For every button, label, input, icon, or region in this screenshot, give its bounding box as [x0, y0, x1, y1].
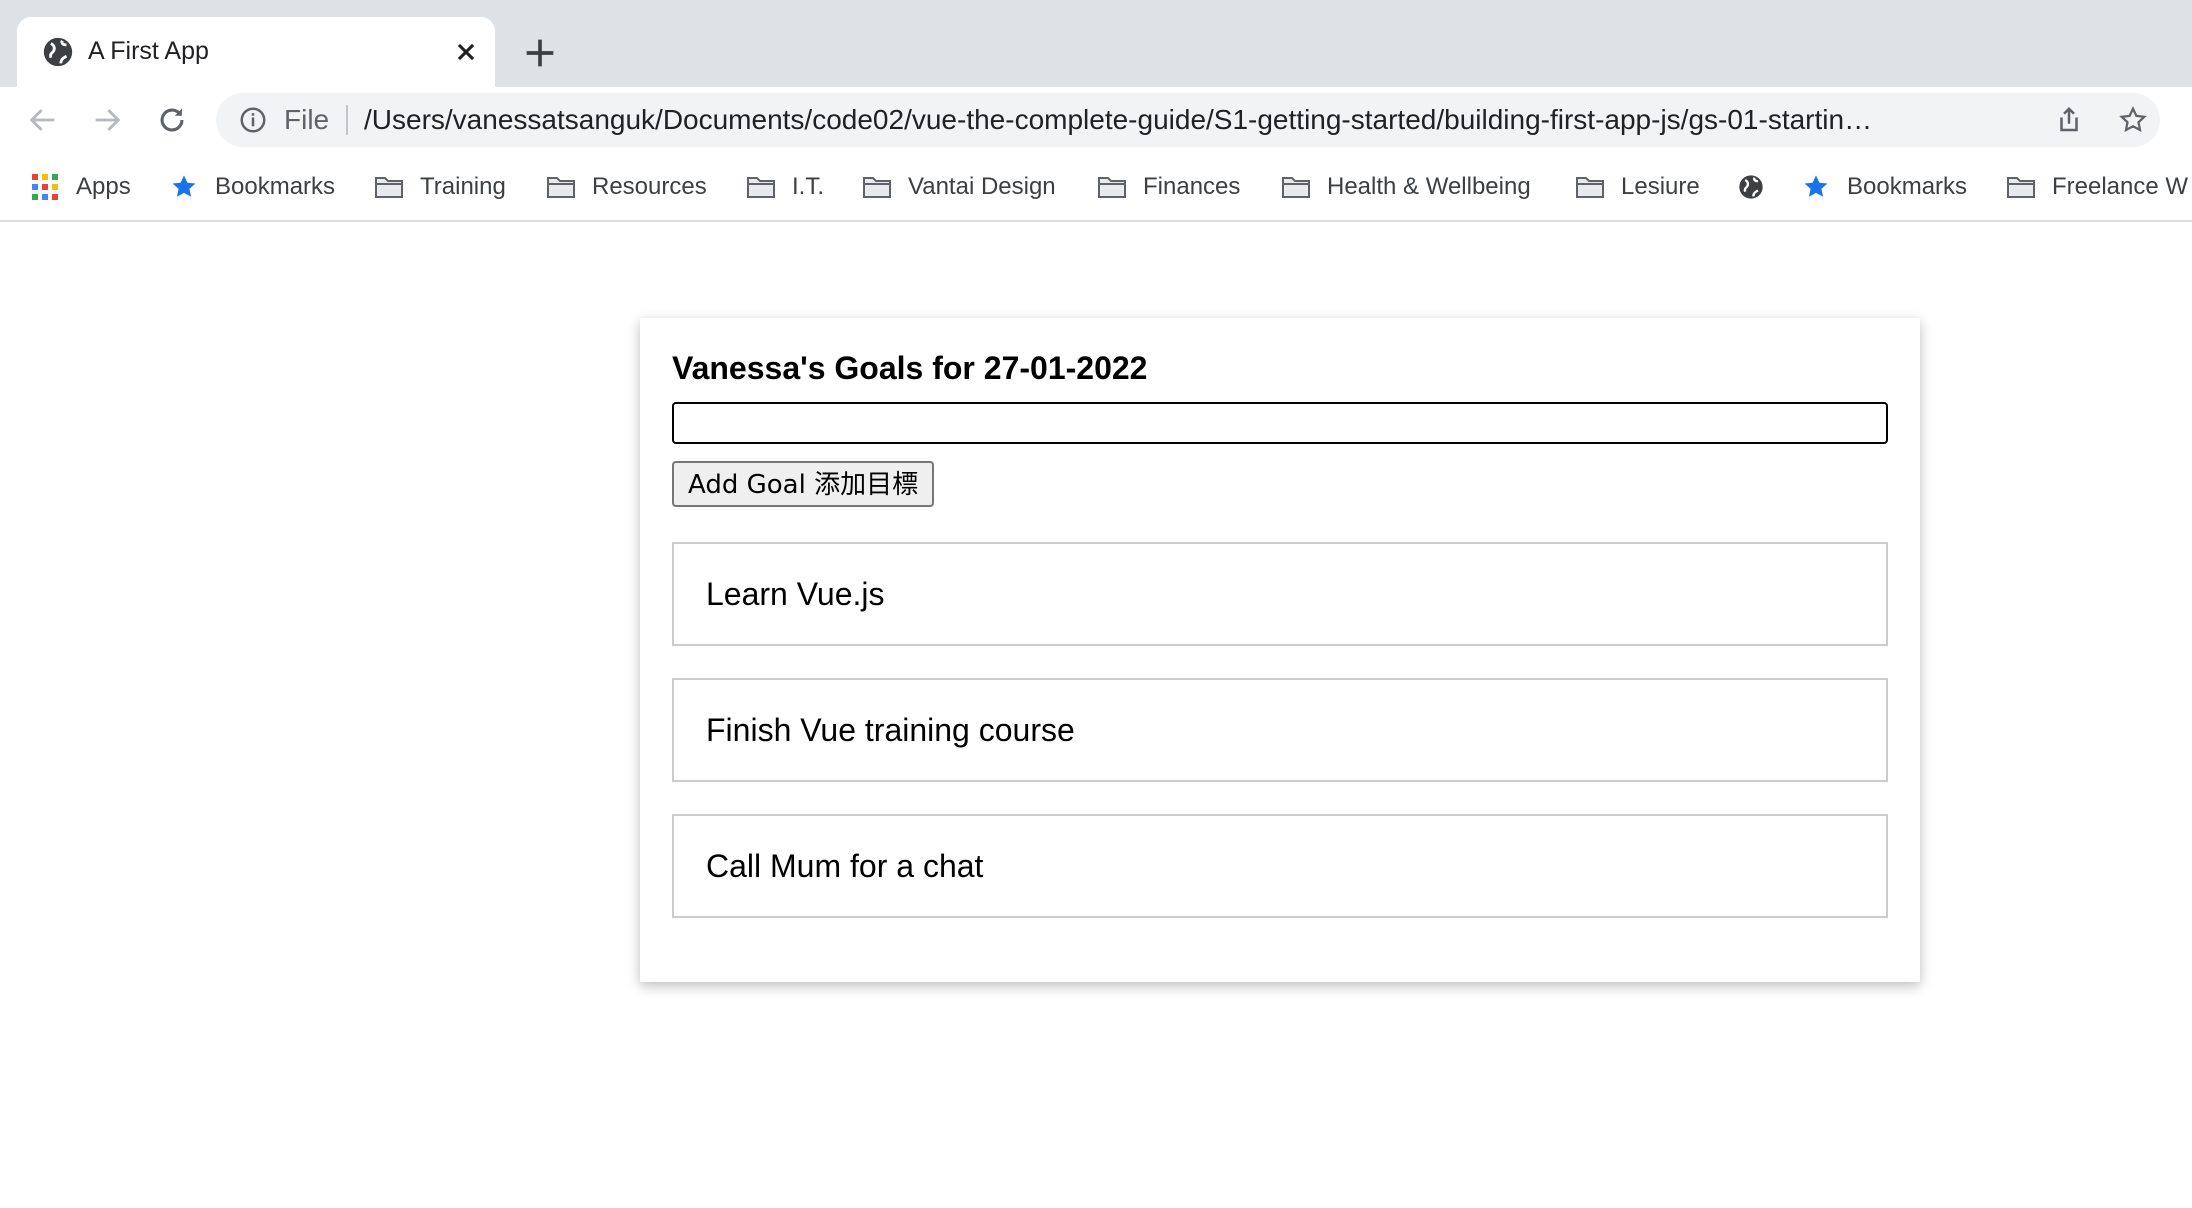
apps-grid-icon — [32, 174, 58, 200]
bookmark-label: Freelance W — [2052, 173, 2189, 200]
bookmarks-bar: Apps Bookmarks Training Resources I.T. V… — [0, 153, 2192, 222]
star-icon — [172, 175, 196, 197]
page-title: Vanessa's Goals for 27-01-2022 — [672, 350, 1148, 386]
bookmark-label: Vantai Design — [908, 173, 1056, 200]
folder-icon — [1098, 177, 1126, 198]
bookmark-label: Bookmarks — [215, 173, 336, 200]
globe-icon — [43, 37, 73, 67]
tab-strip: A First App — [0, 0, 2192, 87]
bookmark-label: I.T. — [792, 173, 825, 200]
folder-icon — [863, 177, 891, 198]
bookmark-label: Lesiure — [1621, 173, 1700, 200]
goal-list: Learn Vue.js Finish Vue training course … — [672, 542, 1888, 950]
address-divider — [346, 105, 348, 135]
folder-icon — [2007, 177, 2035, 198]
close-tab-icon[interactable] — [449, 35, 483, 69]
folder-icon — [375, 177, 403, 198]
browser-toolbar: File /Users/vanessatsanguk/Documents/cod… — [0, 87, 2192, 153]
tab-title: A First App — [88, 37, 209, 65]
add-goal-button[interactable]: Add Goal 添加目標 — [672, 461, 935, 507]
back-icon[interactable] — [26, 103, 60, 137]
browser-tab[interactable]: A First App — [17, 17, 495, 87]
goal-input[interactable] — [672, 402, 1888, 444]
bookmark-label: Finances — [1143, 173, 1241, 200]
url-text[interactable]: /Users/vanessatsanguk/Documents/code02/v… — [364, 103, 2192, 137]
share-icon[interactable] — [2054, 105, 2084, 135]
reload-icon[interactable] — [155, 103, 189, 137]
url-scheme-label: File — [284, 104, 330, 135]
goal-item: Call Mum for a chat — [672, 814, 1888, 918]
address-bar[interactable]: File /Users/vanessatsanguk/Documents/cod… — [216, 93, 2160, 147]
bookmark-label: Resources — [592, 173, 707, 200]
folder-icon — [1282, 177, 1310, 198]
bookmark-label: Training — [420, 173, 506, 200]
info-icon[interactable] — [238, 105, 268, 135]
bookmark-label: Apps — [76, 173, 131, 200]
star-icon — [1804, 175, 1828, 197]
forward-icon[interactable] — [90, 103, 124, 137]
bookmark-star-icon[interactable] — [2118, 105, 2148, 135]
bookmark-label: Health & Wellbeing — [1327, 173, 1531, 200]
goal-item: Learn Vue.js — [672, 542, 1888, 646]
folder-icon — [1576, 177, 1604, 198]
globe-icon — [1739, 175, 1763, 199]
new-tab-icon[interactable] — [520, 33, 560, 73]
goals-card: Vanessa's Goals for 27-01-2022 Add Goal … — [640, 318, 1920, 982]
goal-item: Finish Vue training course — [672, 678, 1888, 782]
folder-icon — [547, 177, 575, 198]
folder-icon — [747, 177, 775, 198]
bookmark-label: Bookmarks — [1847, 173, 1968, 200]
